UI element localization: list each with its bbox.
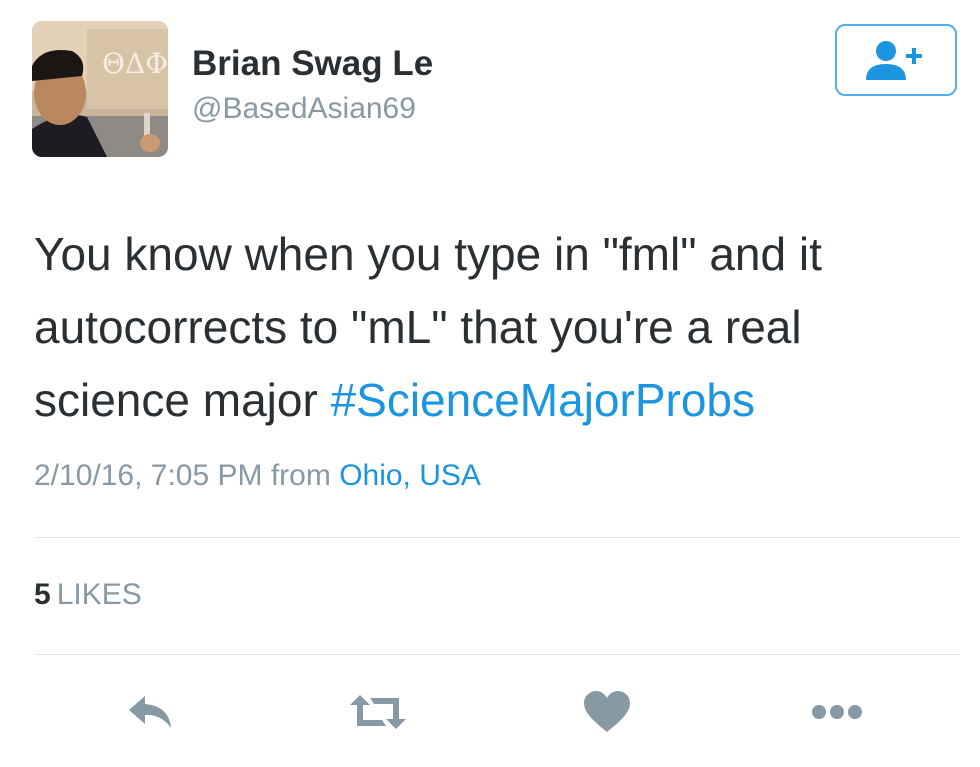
avatar[interactable]: ΘΔΦ — [32, 21, 168, 157]
tweet-text-line: You know when you type in "fml" and it — [34, 228, 822, 280]
timestamp[interactable]: 2/10/16, 7:05 PM — [34, 459, 263, 492]
follow-button[interactable] — [835, 24, 957, 96]
heart-icon — [584, 691, 630, 732]
display-name[interactable]: Brian Swag Le — [192, 44, 433, 84]
divider — [34, 537, 960, 538]
reply-icon — [129, 696, 171, 728]
avatar-photo: ΘΔΦ — [32, 21, 168, 157]
tweet-text-line: autocorrects to "mL" that you're a real — [34, 301, 802, 353]
like-button[interactable] — [572, 684, 642, 740]
from-label: from — [270, 459, 331, 492]
likes-number: 5 — [34, 578, 51, 611]
more-icon — [812, 705, 862, 719]
more-button[interactable] — [802, 684, 872, 740]
hashtag-link[interactable]: #ScienceMajorProbs — [331, 374, 755, 426]
tweet-text-line: science major #ScienceMajorProbs — [34, 364, 964, 437]
tweet-text: You know when you type in "fml" and it a… — [34, 218, 964, 437]
tweet-meta: 2/10/16, 7:05 PM from Ohio, USA — [34, 459, 481, 493]
user-handle[interactable]: @BasedAsian69 — [192, 92, 416, 126]
likes-count[interactable]: 5 LIKES — [34, 578, 142, 612]
retweet-button[interactable] — [343, 684, 413, 740]
svg-text:ΘΔΦ: ΘΔΦ — [102, 47, 168, 80]
reply-button[interactable] — [116, 684, 186, 740]
add-user-icon — [866, 41, 922, 80]
tweet-text-line-start: science major — [34, 374, 331, 426]
divider — [34, 654, 960, 655]
likes-label: LIKES — [56, 578, 142, 611]
location-link[interactable]: Ohio, USA — [339, 459, 481, 492]
retweet-icon — [350, 695, 406, 729]
